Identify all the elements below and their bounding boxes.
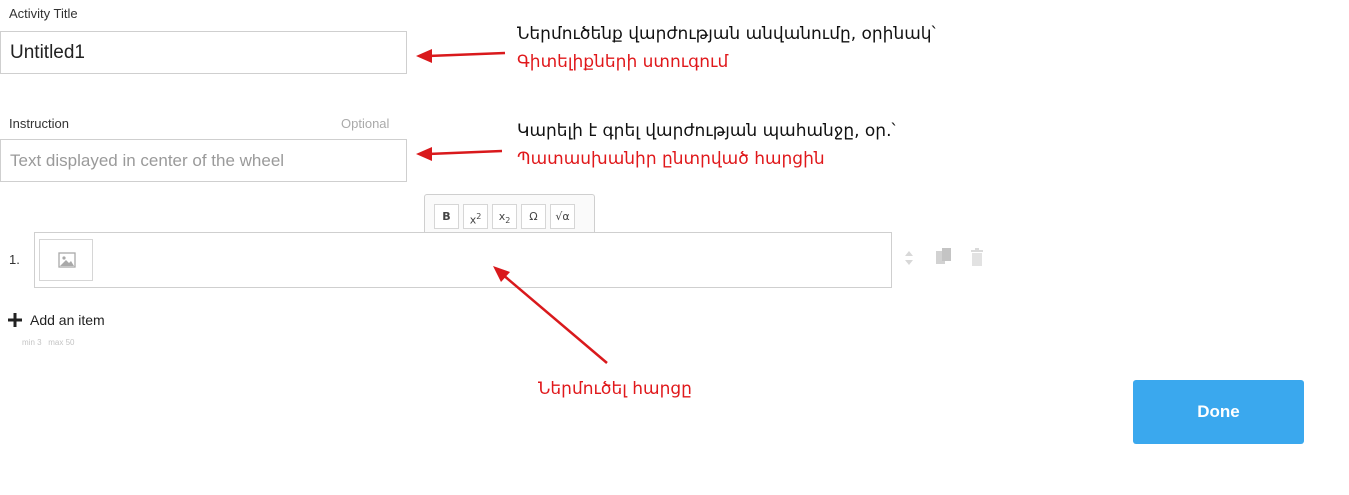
title-arrow [416, 49, 506, 63]
item-annotation: Ներմուծել հարցը [538, 379, 692, 399]
instruction-annotation: Կարելի է գրել վարժության պահանջը, օր.՝ [517, 121, 896, 141]
title-example-annotation: Գիտելիքների ստուգում [517, 52, 729, 72]
instruction-example-annotation: Պատասխանիր ընտրված հարցին [517, 149, 825, 169]
title-annotation: Ներմուծենք վարժության անվանումը, օրինակ՝ [517, 24, 936, 44]
done-button[interactable]: Done [1133, 380, 1304, 444]
instruction-arrow [416, 147, 503, 161]
item-arrow [493, 266, 608, 364]
